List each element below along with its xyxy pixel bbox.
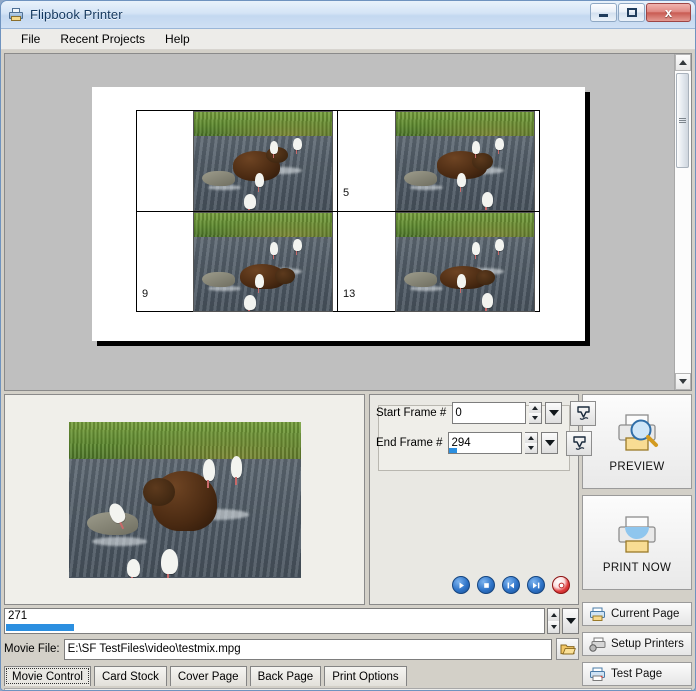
end-frame-row: End Frame # xyxy=(376,430,593,456)
card-frame-number: 9 xyxy=(142,288,149,300)
printer-settings-icon xyxy=(589,637,606,652)
preview-printer-icon xyxy=(618,413,658,451)
end-frame-decrement[interactable] xyxy=(525,443,538,453)
flipbook-card[interactable] xyxy=(137,111,338,212)
menu-item-recent-projects[interactable]: Recent Projects xyxy=(50,30,155,48)
video-preview[interactable] xyxy=(4,394,365,605)
movie-file-label: Movie File: xyxy=(4,643,60,655)
browse-folder-icon[interactable] xyxy=(556,638,579,660)
frame-slider-progress[interactable] xyxy=(6,624,74,631)
frame-slider-row: 271 xyxy=(4,608,579,634)
minimize-button[interactable] xyxy=(590,3,617,22)
print-preview-pane[interactable]: 5 9 13 xyxy=(4,53,692,391)
scroll-down-button[interactable] xyxy=(675,373,691,390)
action-button-column: PREVIEW PRINT NOW Current Page Setup Pri… xyxy=(582,394,692,686)
card-thumbnail xyxy=(193,111,333,211)
frame-slider-dropdown[interactable] xyxy=(562,608,579,634)
start-frame-label: Start Frame # xyxy=(376,407,447,419)
record-button[interactable] xyxy=(552,576,570,594)
start-frame-row: Start Frame # xyxy=(376,400,597,426)
video-frame-image xyxy=(68,421,301,578)
test-page-icon xyxy=(590,667,605,681)
frame-range-panel: Start Frame # 0 End Frame # 294 xyxy=(369,394,597,605)
card-thumbnail xyxy=(395,111,535,211)
end-frame-label: End Frame # xyxy=(376,437,443,449)
end-frame-progress xyxy=(449,448,458,453)
preview-vertical-scrollbar[interactable] xyxy=(674,54,691,390)
maximize-button[interactable] xyxy=(618,3,645,22)
previous-frame-button[interactable] xyxy=(502,576,520,594)
test-page-label: Test Page xyxy=(611,668,663,680)
playback-controls xyxy=(370,576,570,594)
frame-slider-value: 271 xyxy=(8,610,28,622)
current-page-label: Current Page xyxy=(611,608,680,620)
end-frame-input[interactable] xyxy=(448,432,523,454)
menu-item-help[interactable]: Help xyxy=(155,30,200,48)
tab-print-options[interactable]: Print Options xyxy=(324,666,407,686)
print-now-button-label: PRINT NOW xyxy=(602,561,672,574)
flipbook-card[interactable]: 9 xyxy=(137,212,338,312)
tab-card-stock[interactable]: Card Stock xyxy=(93,666,167,686)
movie-file-path[interactable]: E:\SF TestFiles\video\testmix.mpg xyxy=(63,638,552,660)
movie-control-panel: Start Frame # 0 End Frame # 294 xyxy=(4,394,597,605)
frame-slider[interactable]: 271 xyxy=(4,608,545,634)
card-thumbnail xyxy=(193,212,333,312)
card-frame-number: 13 xyxy=(343,288,356,300)
next-frame-button[interactable] xyxy=(527,576,545,594)
tab-movie-control[interactable]: Movie Control xyxy=(4,666,91,686)
start-frame-decrement[interactable] xyxy=(529,413,542,423)
movie-file-row: Movie File: E:\SF TestFiles\video\testmi… xyxy=(4,637,579,661)
tab-back-page[interactable]: Back Page xyxy=(249,666,322,686)
lower-section: Start Frame # 0 End Frame # 294 271 Movi… xyxy=(4,391,692,686)
frame-slider-increment[interactable] xyxy=(548,609,559,621)
flipbook-card-grid: 5 9 13 xyxy=(136,110,540,312)
scrollbar-thumb[interactable] xyxy=(676,73,689,168)
tab-bar: Movie Control Card Stock Cover Page Back… xyxy=(4,664,579,686)
set-start-frame-button[interactable] xyxy=(570,400,597,426)
play-button[interactable] xyxy=(452,576,470,594)
start-frame-field[interactable] xyxy=(453,403,526,423)
preview-button[interactable]: PREVIEW xyxy=(582,394,692,489)
application-window: Flipbook Printer x File Recent Projects … xyxy=(0,0,696,691)
end-frame-increment[interactable] xyxy=(525,433,538,443)
client-area: 5 9 13 Start Frame # 0 End Frame # 294 2… xyxy=(1,50,695,690)
close-button[interactable]: x xyxy=(646,3,691,22)
card-frame-number: 5 xyxy=(343,187,350,199)
preview-button-label: PREVIEW xyxy=(609,460,665,473)
menu-item-file[interactable]: File xyxy=(11,30,50,48)
page-sheet: 5 9 13 xyxy=(92,87,585,341)
card-thumbnail xyxy=(395,212,535,312)
stop-button[interactable] xyxy=(477,576,495,594)
setup-printers-label: Setup Printers xyxy=(611,638,684,650)
start-frame-increment[interactable] xyxy=(529,403,542,413)
tab-cover-page[interactable]: Cover Page xyxy=(169,666,247,686)
setup-printers-button[interactable]: Setup Printers xyxy=(582,632,692,656)
movie-control-area: Start Frame # 0 End Frame # 294 271 Movi… xyxy=(4,394,597,686)
test-page-button[interactable]: Test Page xyxy=(582,662,692,686)
start-frame-input[interactable] xyxy=(452,402,527,424)
flipbook-card[interactable]: 5 xyxy=(338,111,539,212)
start-frame-stepper[interactable] xyxy=(529,402,543,424)
start-frame-dropdown[interactable] xyxy=(545,402,563,424)
end-frame-dropdown[interactable] xyxy=(541,432,559,454)
flipbook-card[interactable]: 13 xyxy=(338,212,539,312)
scrollbar-track[interactable] xyxy=(675,71,691,373)
end-frame-stepper[interactable] xyxy=(525,432,539,454)
window-controls: x xyxy=(590,3,691,22)
menu-bar: File Recent Projects Help xyxy=(1,29,695,50)
window-title: Flipbook Printer xyxy=(30,7,123,22)
print-now-button[interactable]: PRINT NOW xyxy=(582,495,692,590)
title-bar: Flipbook Printer x xyxy=(1,1,695,29)
print-now-printer-icon xyxy=(618,515,656,553)
frame-slider-stepper[interactable] xyxy=(547,608,560,634)
printer-icon xyxy=(8,7,24,23)
current-page-button[interactable]: Current Page xyxy=(582,602,692,626)
end-frame-field[interactable] xyxy=(449,433,522,453)
frame-slider-decrement[interactable] xyxy=(548,621,559,633)
scroll-up-button[interactable] xyxy=(675,54,691,71)
printer-icon xyxy=(590,607,605,621)
set-end-frame-button[interactable] xyxy=(566,430,593,456)
